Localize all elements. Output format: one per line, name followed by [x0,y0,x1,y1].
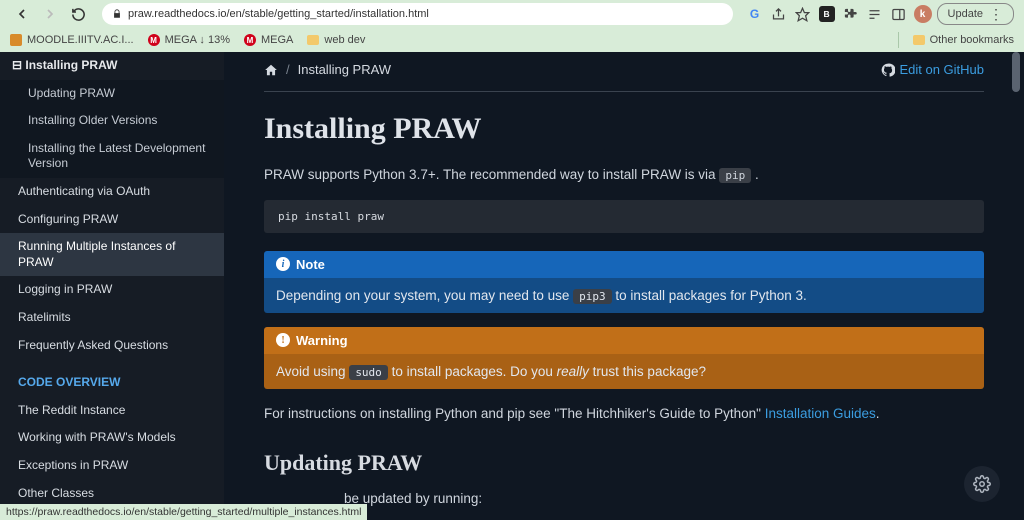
b-extension-icon[interactable]: B [817,4,837,24]
lock-icon [112,9,122,19]
sidebar-section-code: CODE OVERVIEW [0,369,224,397]
star-icon[interactable] [793,4,813,24]
page-title: Installing PRAW [264,112,984,146]
side-panel-icon[interactable] [889,4,909,24]
update-button[interactable]: Update⋮ [937,3,1014,25]
profile-avatar[interactable]: k [913,4,933,24]
main-content: / Installing PRAW Edit on GitHub Install… [224,52,1024,520]
scrollbar-thumb[interactable] [1012,52,1020,92]
sidebar-item-logging[interactable]: Logging in PRAW [0,276,224,304]
sidebar: ⊟ Installing PRAW Updating PRAW Installi… [0,52,224,520]
bookmark-item[interactable]: MOODLE.IIITV.AC.I... [10,34,134,46]
sidebar-item-config[interactable]: Configuring PRAW [0,206,224,234]
bookmark-item[interactable]: MMEGA ↓ 13% [148,34,230,46]
reload-button[interactable] [66,2,90,26]
warning-admonition: !Warning Avoid using sudo to install pac… [264,327,984,389]
sidebar-item-auth[interactable]: Authenticating via OAuth [0,178,224,206]
share-icon[interactable] [769,4,789,24]
sidebar-item-faq[interactable]: Frequently Asked Questions [0,332,224,360]
sidebar-item-other-classes[interactable]: Other Classes [0,480,224,508]
sidebar-item-reddit-instance[interactable]: The Reddit Instance [0,397,224,425]
settings-fab[interactable] [964,466,1000,502]
url-text: praw.readthedocs.io/en/stable/getting_st… [128,8,429,20]
intro-paragraph: PRAW supports Python 3.7+. The recommend… [264,164,984,186]
info-icon: i [276,257,290,271]
folder-icon [307,35,319,45]
installation-guides-link[interactable]: Installation Guides [765,406,876,421]
extensions-icon[interactable] [841,4,861,24]
status-bar-url: https://praw.readthedocs.io/en/stable/ge… [0,504,367,520]
sidebar-item-ratelimits[interactable]: Ratelimits [0,304,224,332]
browser-toolbar: praw.readthedocs.io/en/stable/getting_st… [0,0,1024,28]
updating-paragraph: be updated by running: [344,488,984,510]
sidebar-item-updating[interactable]: Updating PRAW [0,80,224,108]
warning-icon: ! [276,333,290,347]
sidebar-item-latest-dev[interactable]: Installing the Latest Development Versio… [0,135,224,178]
folder-icon [913,35,925,45]
mega-icon: M [244,34,256,46]
other-bookmarks[interactable]: Other bookmarks [913,34,1014,46]
bookmark-item[interactable]: web dev [307,34,365,46]
edit-on-github-link[interactable]: Edit on GitHub [881,62,984,77]
breadcrumb-current: Installing PRAW [298,62,391,77]
sidebar-item-models[interactable]: Working with PRAW's Models [0,424,224,452]
bookmarks-bar: MOODLE.IIITV.AC.I... MMEGA ↓ 13% MMEGA w… [0,28,1024,52]
instructions-paragraph: For instructions on installing Python an… [264,403,984,425]
note-admonition: iNote Depending on your system, you may … [264,251,984,313]
site-icon [10,34,22,46]
reading-list-icon[interactable] [865,4,885,24]
sidebar-item-installing[interactable]: ⊟ Installing PRAW [0,52,224,80]
breadcrumb: / Installing PRAW Edit on GitHub [264,62,984,77]
bookmark-item[interactable]: MMEGA [244,34,293,46]
google-icon[interactable]: G [745,4,765,24]
sidebar-item-exceptions[interactable]: Exceptions in PRAW [0,452,224,480]
url-bar[interactable]: praw.readthedocs.io/en/stable/getting_st… [102,3,733,25]
back-button[interactable] [10,2,34,26]
forward-button[interactable] [38,2,62,26]
sidebar-item-multiple[interactable]: Running Multiple Instances of PRAW [0,233,224,276]
install-command: pip install praw [264,200,984,233]
home-icon[interactable] [264,63,278,77]
mega-icon: M [148,34,160,46]
sidebar-item-older[interactable]: Installing Older Versions [0,107,224,135]
updating-heading: Updating PRAW [264,450,984,476]
